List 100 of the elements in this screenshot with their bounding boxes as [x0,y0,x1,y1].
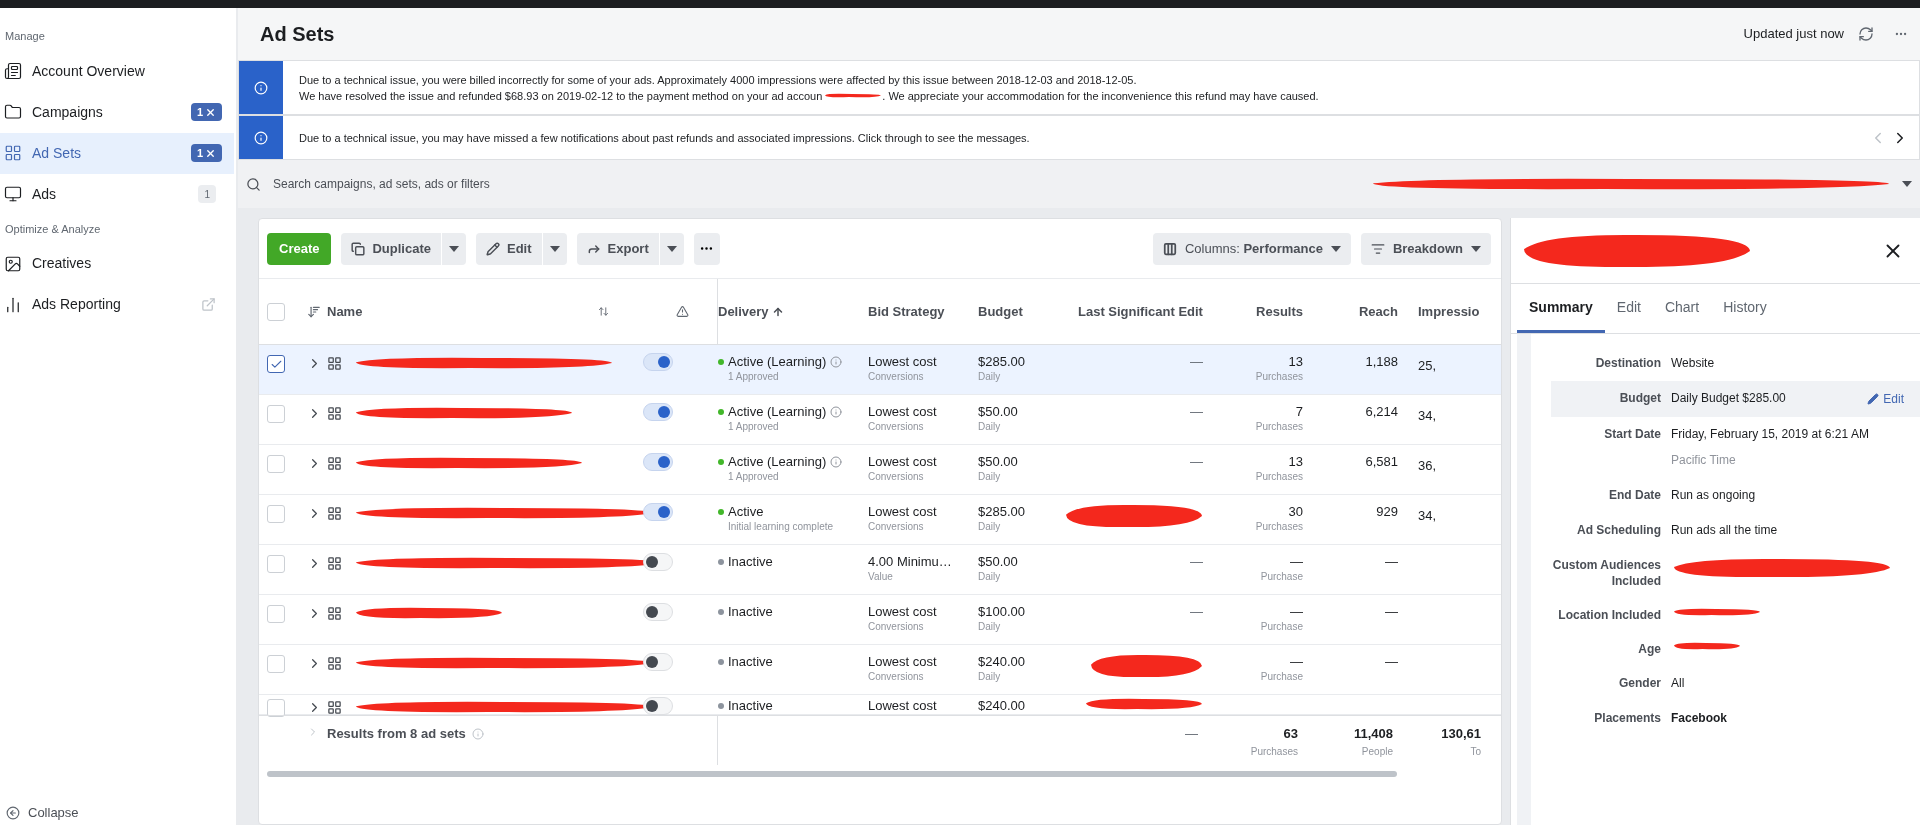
reach-value: 1,188 [1365,353,1398,370]
filter-badge[interactable]: 1 [190,144,222,162]
folder-icon [4,103,22,121]
results-type: Purchase [1260,570,1303,583]
sort-arrow-icon [771,305,784,318]
results-total: 63 [1283,725,1298,743]
toggle-switch[interactable] [643,453,673,471]
toggle-switch[interactable] [643,697,673,715]
field-note: Pacific Time [1671,452,1737,469]
notice-text: Due to a technical issue, you may have missed a few notifications about past refunds and associated impressions. Click through to see the messages. [299,130,1031,146]
caret-icon [1471,245,1481,252]
bar-chart-icon [4,295,22,314]
action-button[interactable]: Export [576,232,659,265]
delivery-status: Inactive [728,697,773,714]
columns-button[interactable]: Columns: Performance [1152,232,1351,265]
column-header[interactable]: Delivery [718,301,784,322]
results-summary: Results from 8 ad sets [327,725,466,743]
close-icon [205,106,216,118]
grid-icon [4,144,22,162]
select-all-checkbox[interactable] [267,302,285,321]
sort-icon[interactable] [598,306,609,317]
sidebar-item[interactable]: Account Overview [0,50,234,92]
bid-type: Conversions [868,670,925,683]
bid-type: Conversions [868,520,925,533]
panel-tab[interactable]: Edit [1604,284,1653,333]
delivery-detail: 1 Approved [727,370,780,383]
horizontal-scrollbar[interactable] [267,771,1397,777]
reach-value: — [1385,603,1398,620]
sidebar-item[interactable]: Ads Reporting [0,284,234,325]
sidebar-item[interactable]: Campaigns 1 [0,91,234,133]
bid-type: Conversions [868,470,925,483]
info-icon [254,80,268,95]
dropdown-button[interactable] [659,232,684,265]
breakdown-button[interactable]: Breakdown [1360,232,1491,265]
warning-icon [676,305,689,318]
results-value: — [1290,653,1303,670]
column-header[interactable]: Budget [978,301,1023,322]
toggle-switch[interactable] [643,403,673,421]
filter-badge[interactable]: 1 [190,103,222,121]
dropdown-button[interactable] [442,232,466,265]
bid-strategy: Lowest cost [868,697,938,714]
sidebar-item[interactable]: Ads 1 [0,173,234,215]
budget-period: Daily [978,370,1002,383]
table-row[interactable]: Active (Learning) 1 Approved Lowest cost Conversions $285.00 Daily — 13 Purchases 1,188 25, [259,345,1501,395]
column-header[interactable]: Bid Strategy [868,301,945,322]
reach-value: — [1385,553,1398,570]
bid-type: Value [868,570,894,583]
column-header[interactable]: Name [327,301,363,322]
budget-amount: $240.00 [978,653,1026,670]
collapse-icon[interactable] [6,806,20,820]
collapse-link[interactable]: Collapse [28,807,79,819]
impressions-value: 25, [1418,358,1437,373]
delivery-status: Active (Learning) [728,453,827,470]
reach-type: People [1361,744,1393,759]
edit-link[interactable]: Edit [1867,390,1920,408]
caret-icon [666,245,677,252]
budget-amount: $285.00 [978,353,1026,370]
row-checkbox[interactable] [267,355,285,373]
field-value: Website [1671,355,1716,372]
toggle-switch[interactable] [643,553,673,571]
toggle-switch[interactable] [643,353,673,371]
field-label: Age [1637,641,1661,657]
toggle-switch[interactable] [643,503,673,521]
impressions-total: 130,61 [1441,725,1481,743]
column-header[interactable]: Results [1256,301,1303,322]
table-row[interactable]: Inactive Lowest cost $240.00 [259,695,1501,715]
column-header[interactable]: Impressio [1418,301,1480,322]
filter-rows-icon[interactable] [307,304,321,319]
field-label: Budget [1618,390,1661,406]
field-label: Destination [1594,355,1661,371]
column-header[interactable]: Last Significant Edit [1078,301,1203,322]
pencil-icon [486,241,500,256]
toggle-switch[interactable] [643,603,673,621]
dropdown-button[interactable] [542,232,567,265]
redaction-mark [822,92,883,99]
column-header[interactable]: Reach [1358,301,1398,322]
field-label: Ad Scheduling [1576,522,1661,538]
budget-amount: $50.00 [978,403,1019,420]
notice-text: Due to a technical issue, you were billed incorrectly for some of your ads. Approximately 4000 impressions were affected by this issue between 2018-12-03 and 2018-12-05. [299,72,1138,88]
close-icon [205,147,216,159]
columns-icon [1162,241,1177,256]
field-label: Placements [1593,710,1661,726]
caret-icon [1330,245,1341,252]
delivery-status: Active (Learning) [728,353,827,370]
sidebar-item[interactable]: Creatives [0,243,234,284]
field-value: Run as ongoing [1671,487,1757,504]
action-button[interactable]: Duplicate [341,232,441,265]
pencil-icon [1867,393,1880,405]
refresh-icon[interactable] [1858,26,1874,42]
budget-period: Daily [978,620,1002,633]
redaction-mark [1671,641,1741,651]
bid-strategy: Lowest cost [868,453,938,470]
panel-tab[interactable]: History [1711,284,1779,333]
toggle-switch[interactable] [643,653,673,671]
action-button[interactable]: Edit [476,232,542,265]
panel-tab[interactable]: Chart [1652,284,1712,333]
panel-tab[interactable]: Summary [1517,284,1605,333]
section-title: Manage [4,29,46,44]
notice-text: We have resolved the issue and refunded $68.93 on 2019-02-12 to the payment method on your ad accoun [299,88,823,104]
sidebar-item[interactable]: Ad Sets 1 [0,132,234,174]
